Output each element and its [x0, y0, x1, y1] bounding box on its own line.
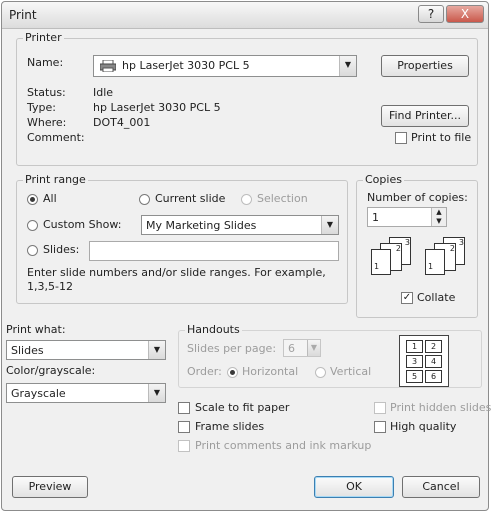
printer-name-label: Name:: [27, 56, 64, 69]
preview-cell: 6: [425, 370, 442, 383]
number-of-copies-input[interactable]: 1 ▲ ▼: [367, 207, 447, 227]
vertical-label: Vertical: [330, 365, 372, 378]
color-grayscale-select[interactable]: Grayscale ▼: [6, 383, 166, 403]
color-grayscale-value: Grayscale: [11, 387, 66, 400]
slides-radio[interactable]: [27, 245, 38, 256]
high-quality-label: High quality: [390, 420, 457, 433]
slides-help-text: Enter slide numbers and/or slide ranges.…: [27, 266, 326, 293]
status-label: Status:: [27, 86, 66, 99]
print-dialog: Print ? X Printer Name: hp LaserJet 3030…: [1, 1, 492, 511]
chevron-down-icon[interactable]: ▼: [148, 341, 165, 359]
print-comments-checkbox[interactable]: [178, 440, 190, 452]
title-bar: Print ? X: [2, 2, 488, 29]
where-value: DOT4_001: [93, 116, 151, 129]
cancel-button[interactable]: Cancel: [402, 476, 480, 498]
chevron-down-icon[interactable]: ▼: [321, 216, 338, 234]
chevron-down-icon[interactable]: ▼: [148, 384, 165, 402]
collate-label: Collate: [417, 291, 456, 304]
help-button[interactable]: ?: [418, 5, 444, 23]
print-what-value: Slides: [11, 344, 44, 357]
horizontal-label: Horizontal: [242, 365, 299, 378]
slides-label: Slides:: [43, 243, 80, 256]
frame-slides-checkbox[interactable]: [178, 421, 190, 433]
print-comments-label: Print comments and ink markup: [195, 439, 372, 452]
comment-label: Comment:: [27, 131, 85, 144]
close-button[interactable]: X: [446, 5, 484, 23]
number-of-copies-label: Number of copies:: [367, 191, 468, 204]
vertical-radio[interactable]: [315, 367, 326, 378]
slides-per-page-label: Slides per page:: [187, 342, 277, 355]
properties-button[interactable]: Properties: [381, 55, 469, 77]
handout-layout-preview: 1 2 3 4 5 6: [399, 335, 449, 387]
printer-group: Printer Name: hp LaserJet 3030 PCL 5 ▼ P…: [16, 31, 478, 166]
collate-checkbox[interactable]: ✓: [401, 292, 413, 304]
slides-per-page-value: 6: [288, 342, 295, 355]
print-hidden-slides-label: Print hidden slides: [390, 401, 492, 414]
print-range-group: Print range All Current slide Selection …: [16, 173, 348, 304]
number-of-copies-value: 1: [372, 211, 379, 224]
horizontal-radio[interactable]: [227, 367, 238, 378]
frame-slides-label: Frame slides: [195, 420, 265, 433]
type-label: Type:: [27, 101, 56, 114]
preview-cell: 5: [406, 370, 423, 383]
current-slide-radio[interactable]: [139, 194, 150, 205]
custom-show-select[interactable]: My Marketing Slides ▼: [141, 215, 339, 235]
ok-button[interactable]: OK: [314, 476, 394, 498]
preview-cell: 1: [406, 340, 423, 353]
preview-cell: 4: [425, 355, 442, 368]
handouts-group-label: Handouts: [185, 323, 242, 336]
page-1: 1: [371, 249, 391, 275]
copies-group-label: Copies: [363, 173, 404, 186]
spinner-arrows-icon[interactable]: ▲ ▼: [431, 208, 446, 226]
printer-icon: [99, 59, 117, 73]
where-label: Where:: [27, 116, 67, 129]
status-value: Idle: [93, 86, 114, 99]
custom-show-label: Custom Show:: [43, 218, 122, 231]
print-range-group-label: Print range: [23, 173, 88, 186]
print-what-label: Print what:: [6, 323, 66, 336]
window-title: Print: [9, 8, 37, 22]
slides-input[interactable]: [89, 241, 339, 261]
type-value: hp LaserJet 3030 PCL 5: [93, 101, 221, 114]
all-label: All: [43, 192, 57, 205]
high-quality-checkbox[interactable]: [374, 421, 386, 433]
print-to-file-checkbox[interactable]: [395, 132, 407, 144]
chevron-down-icon[interactable]: ▼: [339, 56, 356, 76]
preview-cell: 2: [425, 340, 442, 353]
printer-name-value: hp LaserJet 3030 PCL 5: [122, 59, 250, 72]
selection-radio[interactable]: [241, 194, 252, 205]
preview-cell: 3: [406, 355, 423, 368]
scale-to-fit-label: Scale to fit paper: [195, 401, 290, 414]
custom-show-radio[interactable]: [27, 220, 38, 231]
color-grayscale-label: Color/grayscale:: [6, 364, 96, 377]
print-hidden-slides-checkbox[interactable]: [374, 402, 386, 414]
slides-per-page-select[interactable]: 6 ▼: [283, 339, 321, 357]
custom-show-value: My Marketing Slides: [146, 219, 257, 232]
copies-group: Copies Number of copies: 1 ▲ ▼ 3 2 1 3 2 …: [356, 173, 478, 318]
selection-label: Selection: [257, 192, 308, 205]
current-slide-label: Current slide: [155, 192, 226, 205]
scale-to-fit-checkbox[interactable]: [178, 402, 190, 414]
print-what-select[interactable]: Slides ▼: [6, 340, 166, 360]
print-to-file-label: Print to file: [411, 131, 472, 144]
printer-name-select[interactable]: hp LaserJet 3030 PCL 5 ▼: [93, 55, 357, 77]
order-label: Order:: [187, 365, 222, 378]
handouts-group: Handouts Slides per page: 6 ▼ Order: Hor…: [178, 323, 482, 388]
all-radio[interactable]: [27, 194, 38, 205]
chevron-down-icon[interactable]: ▼: [307, 340, 320, 356]
collate-illustration-stack-2: 3 2 1: [425, 237, 469, 279]
find-printer-button[interactable]: Find Printer...: [381, 105, 469, 127]
printer-group-label: Printer: [23, 31, 64, 44]
preview-button[interactable]: Preview: [12, 476, 88, 498]
page-1: 1: [425, 249, 445, 275]
collate-illustration-stack-1: 3 2 1: [371, 237, 415, 279]
